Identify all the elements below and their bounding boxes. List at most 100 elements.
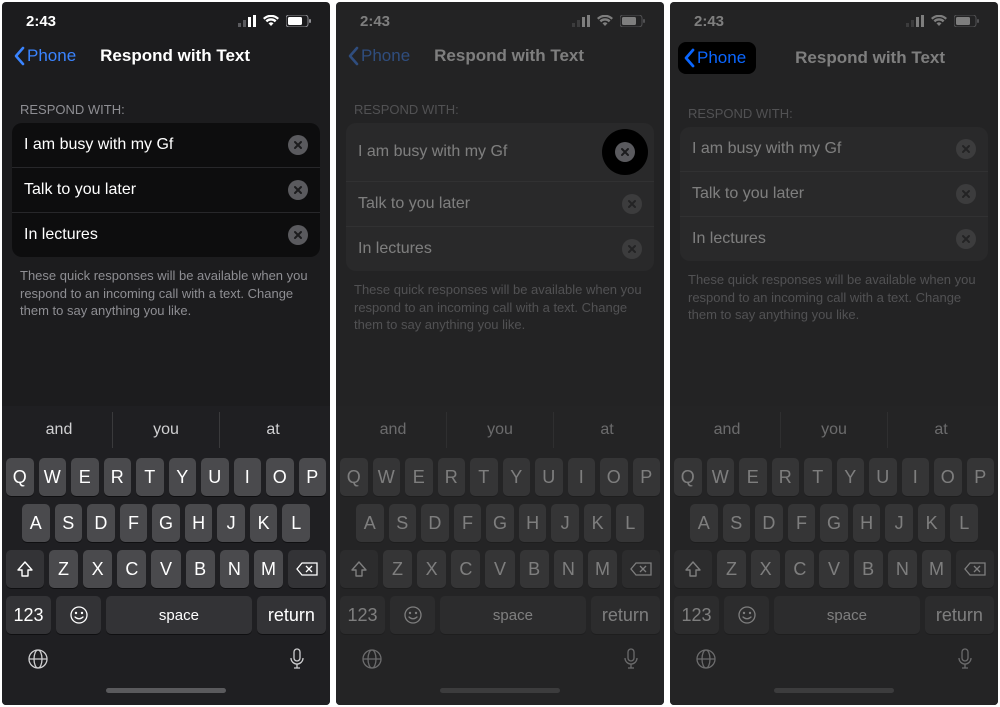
key-f[interactable]: F: [120, 504, 148, 542]
key-j[interactable]: J: [217, 504, 245, 542]
key-g[interactable]: G: [152, 504, 180, 542]
emoji-key[interactable]: [390, 596, 435, 634]
response-row[interactable]: I am busy with my Gf: [346, 123, 654, 182]
key-a[interactable]: A: [690, 504, 718, 542]
shift-key[interactable]: [340, 550, 378, 588]
key-r[interactable]: R: [438, 458, 466, 496]
emoji-key[interactable]: [724, 596, 769, 634]
key-h[interactable]: H: [519, 504, 547, 542]
return-key[interactable]: return: [925, 596, 994, 634]
key-h[interactable]: H: [185, 504, 213, 542]
key-r[interactable]: R: [772, 458, 800, 496]
key-o[interactable]: O: [266, 458, 294, 496]
response-row[interactable]: Talk to you later: [680, 172, 988, 217]
key-q[interactable]: Q: [340, 458, 368, 496]
space-key[interactable]: space: [774, 596, 920, 634]
key-v[interactable]: V: [485, 550, 514, 588]
dictation-icon[interactable]: [622, 647, 640, 671]
key-b[interactable]: B: [854, 550, 883, 588]
key-l[interactable]: L: [616, 504, 644, 542]
suggestion[interactable]: at: [554, 412, 660, 448]
key-c[interactable]: C: [451, 550, 480, 588]
key-z[interactable]: Z: [49, 550, 78, 588]
response-row[interactable]: In lectures: [346, 227, 654, 271]
key-o[interactable]: O: [600, 458, 628, 496]
key-m[interactable]: M: [254, 550, 283, 588]
back-button[interactable]: Phone: [344, 42, 418, 70]
return-key[interactable]: return: [257, 596, 326, 634]
key-p[interactable]: P: [299, 458, 327, 496]
clear-text-icon[interactable]: [288, 180, 308, 200]
home-indicator[interactable]: [774, 688, 894, 693]
suggestion[interactable]: you: [113, 412, 220, 448]
space-key[interactable]: space: [440, 596, 586, 634]
shift-key[interactable]: [6, 550, 44, 588]
home-indicator[interactable]: [440, 688, 560, 693]
return-key[interactable]: return: [591, 596, 660, 634]
numeric-key[interactable]: 123: [674, 596, 719, 634]
suggestion[interactable]: and: [674, 412, 781, 448]
key-q[interactable]: Q: [6, 458, 34, 496]
key-a[interactable]: A: [22, 504, 50, 542]
delete-key[interactable]: [288, 550, 326, 588]
key-c[interactable]: C: [785, 550, 814, 588]
emoji-key[interactable]: [56, 596, 101, 634]
key-k[interactable]: K: [918, 504, 946, 542]
delete-key[interactable]: [956, 550, 994, 588]
key-y[interactable]: Y: [837, 458, 865, 496]
key-h[interactable]: H: [853, 504, 881, 542]
key-x[interactable]: X: [751, 550, 780, 588]
response-row[interactable]: Talk to you later: [12, 168, 320, 213]
key-c[interactable]: C: [117, 550, 146, 588]
response-row[interactable]: I am busy with my Gf: [680, 127, 988, 172]
response-row[interactable]: Talk to you later: [346, 182, 654, 227]
key-f[interactable]: F: [788, 504, 816, 542]
globe-icon[interactable]: [26, 647, 50, 671]
key-p[interactable]: P: [633, 458, 661, 496]
key-k[interactable]: K: [250, 504, 278, 542]
key-w[interactable]: W: [707, 458, 735, 496]
suggestion[interactable]: and: [6, 412, 113, 448]
suggestion[interactable]: at: [220, 412, 326, 448]
key-u[interactable]: U: [869, 458, 897, 496]
key-i[interactable]: I: [568, 458, 596, 496]
numeric-key[interactable]: 123: [6, 596, 51, 634]
suggestion[interactable]: you: [447, 412, 554, 448]
key-e[interactable]: E: [405, 458, 433, 496]
shift-key[interactable]: [674, 550, 712, 588]
response-row[interactable]: In lectures: [12, 213, 320, 257]
home-indicator[interactable]: [106, 688, 226, 693]
clear-text-icon[interactable]: [608, 135, 642, 169]
key-g[interactable]: G: [486, 504, 514, 542]
key-b[interactable]: B: [186, 550, 215, 588]
clear-text-icon[interactable]: [956, 184, 976, 204]
key-v[interactable]: V: [151, 550, 180, 588]
back-button[interactable]: Phone: [10, 42, 84, 70]
key-p[interactable]: P: [967, 458, 995, 496]
key-q[interactable]: Q: [674, 458, 702, 496]
space-key[interactable]: space: [106, 596, 252, 634]
key-f[interactable]: F: [454, 504, 482, 542]
key-i[interactable]: I: [234, 458, 262, 496]
clear-text-icon[interactable]: [288, 135, 308, 155]
key-s[interactable]: S: [389, 504, 417, 542]
key-w[interactable]: W: [39, 458, 67, 496]
key-u[interactable]: U: [201, 458, 229, 496]
response-row[interactable]: In lectures: [680, 217, 988, 261]
key-u[interactable]: U: [535, 458, 563, 496]
key-m[interactable]: M: [588, 550, 617, 588]
key-l[interactable]: L: [950, 504, 978, 542]
key-d[interactable]: D: [421, 504, 449, 542]
key-a[interactable]: A: [356, 504, 384, 542]
globe-icon[interactable]: [694, 647, 718, 671]
key-d[interactable]: D: [87, 504, 115, 542]
clear-text-icon[interactable]: [622, 239, 642, 259]
key-y[interactable]: Y: [169, 458, 197, 496]
key-n[interactable]: N: [554, 550, 583, 588]
key-e[interactable]: E: [739, 458, 767, 496]
suggestion[interactable]: you: [781, 412, 888, 448]
clear-text-icon[interactable]: [956, 229, 976, 249]
key-o[interactable]: O: [934, 458, 962, 496]
numeric-key[interactable]: 123: [340, 596, 385, 634]
response-row[interactable]: I am busy with my Gf: [12, 123, 320, 168]
